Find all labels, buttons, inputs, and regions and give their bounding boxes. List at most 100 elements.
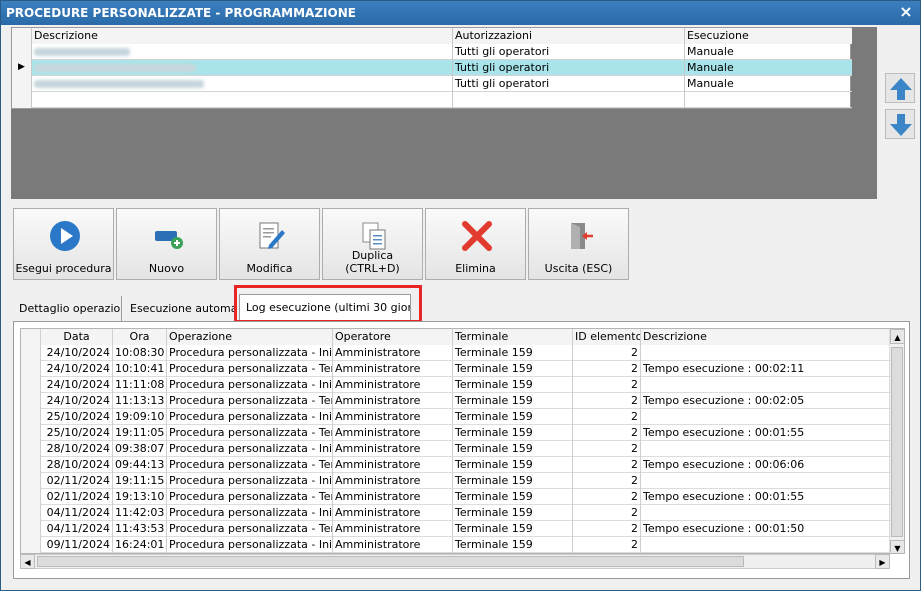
horizontal-scrollbar[interactable]: ◀ ▶ — [20, 554, 890, 569]
run-procedure-label: Esegui procedura — [15, 262, 112, 275]
log-terminal: Terminale 159 — [453, 393, 573, 409]
log-operator: Amministratore — [333, 377, 453, 393]
close-icon[interactable]: × — [898, 4, 914, 20]
log-element-id: 2 — [573, 377, 641, 393]
new-label: Nuovo — [148, 262, 185, 275]
log-operator: Amministratore — [333, 537, 453, 553]
row-indicator[interactable] — [21, 361, 41, 377]
edit-label: Modifica — [246, 262, 293, 275]
exit-button[interactable]: Uscita (ESC) — [528, 208, 629, 280]
log-row[interactable]: 02/11/2024 19:11:15 Procedura personalizza… — [21, 473, 891, 489]
row-indicator[interactable]: ▶ — [12, 60, 32, 76]
tab-operation-details[interactable]: Dettaglio operazioni — [13, 296, 122, 322]
log-row[interactable]: 28/10/2024 09:38:07 Procedura personalizza… — [21, 441, 891, 457]
log-operation: Procedura personalizzata - Iniz — [169, 409, 333, 425]
log-row[interactable]: 28/10/2024 09:44:13 Procedura personalizza… — [21, 457, 891, 473]
log-date: 28/10/2024 — [41, 457, 113, 473]
vertical-scrollbar[interactable]: ▲ ▼ — [889, 329, 904, 553]
row-indicator[interactable] — [21, 473, 41, 489]
column-header-time[interactable]: Ora — [113, 329, 167, 345]
log-row[interactable]: 25/10/2024 19:09:10 Procedura personalizza… — [21, 409, 891, 425]
log-terminal: Terminale 159 — [453, 457, 573, 473]
procedure-authorization: Tutti gli operatori — [453, 44, 685, 60]
log-description — [641, 537, 891, 553]
horizontal-scroll-thumb[interactable] — [37, 556, 744, 567]
scroll-left-icon[interactable]: ◀ — [20, 554, 35, 569]
log-description — [641, 345, 891, 361]
row-indicator[interactable] — [21, 489, 41, 505]
log-row[interactable]: 04/11/2024 11:43:53 Procedura personalizza… — [21, 521, 891, 537]
column-header-terminal[interactable]: Terminale — [453, 329, 573, 345]
title-bar: PROCEDURE PERSONALIZZATE - PROGRAMMAZION… — [1, 1, 920, 25]
log-row[interactable]: 24/10/2024 10:08:30 Procedura personalizza… — [21, 345, 891, 361]
log-row[interactable]: 24/10/2024 10:10:41 Procedura personalizza… — [21, 361, 891, 377]
log-element-id: 2 — [573, 425, 641, 441]
column-header-execution[interactable]: Esecuzione — [685, 28, 852, 44]
log-terminal: Terminale 159 — [453, 377, 573, 393]
row-indicator[interactable] — [21, 409, 41, 425]
row-indicator[interactable] — [12, 76, 32, 92]
log-description — [641, 441, 891, 457]
arrow-down-icon — [890, 114, 912, 136]
row-indicator[interactable] — [21, 377, 41, 393]
move-up-button[interactable] — [885, 73, 915, 103]
move-down-button[interactable] — [885, 109, 915, 139]
copy-icon — [362, 222, 386, 250]
scroll-up-icon[interactable]: ▲ — [890, 329, 904, 344]
column-header-element-id[interactable]: ID elemento — [573, 329, 641, 345]
column-header-authorizations[interactable]: Autorizzazioni — [453, 28, 685, 44]
row-indicator[interactable] — [21, 537, 41, 553]
row-indicator[interactable] — [21, 521, 41, 537]
log-row[interactable]: 24/10/2024 11:11:08 Procedura personalizza… — [21, 377, 891, 393]
procedure-row[interactable]: ▶ Tutti gli operatori Manuale — [12, 60, 852, 76]
tab-automatic-execution[interactable]: Esecuzione automatica — [124, 296, 237, 322]
scroll-down-icon[interactable]: ▼ — [890, 540, 904, 553]
log-description: Tempo esecuzione : 00:02:05 — [643, 394, 805, 407]
log-row[interactable]: 25/10/2024 19:11:05 Procedura personalizza… — [21, 425, 891, 441]
log-date: 24/10/2024 — [41, 361, 113, 377]
column-header-description[interactable]: Descrizione — [32, 28, 453, 44]
column-header-description[interactable]: Descrizione — [641, 329, 891, 345]
log-time: 19:09:10 — [113, 409, 167, 425]
row-indicator[interactable] — [12, 44, 32, 60]
edit-button[interactable]: Modifica — [219, 208, 320, 280]
log-time: 09:38:07 — [113, 441, 167, 457]
column-header-operator[interactable]: Operatore — [333, 329, 453, 345]
vertical-scroll-thumb[interactable] — [891, 347, 903, 537]
log-description — [641, 377, 891, 393]
delete-label: Elimina — [455, 262, 496, 275]
log-operator: Amministratore — [333, 473, 453, 489]
log-operator: Amministratore — [333, 409, 453, 425]
row-indicator[interactable] — [21, 393, 41, 409]
column-header-operation[interactable]: Operazione — [167, 329, 333, 345]
log-operation: Procedura personalizzata - Ter — [169, 489, 333, 505]
row-indicator[interactable] — [21, 425, 41, 441]
column-header-date[interactable]: Data — [41, 329, 113, 345]
redacted-text — [34, 64, 196, 72]
row-indicator[interactable] — [21, 345, 41, 361]
run-procedure-button[interactable]: Esegui procedura — [13, 208, 114, 280]
log-terminal: Terminale 159 — [453, 345, 573, 361]
row-indicator[interactable] — [21, 457, 41, 473]
log-date: 04/11/2024 — [41, 521, 113, 537]
log-time: 11:42:03 — [113, 505, 167, 521]
delete-button[interactable]: Elimina — [425, 208, 526, 280]
scroll-right-icon[interactable]: ▶ — [875, 554, 890, 569]
log-row[interactable]: 04/11/2024 11:42:03 Procedura personalizza… — [21, 505, 891, 521]
log-row[interactable]: 02/11/2024 19:13:10 Procedura personalizza… — [21, 489, 891, 505]
log-operation: Procedura personalizzata - Ter — [169, 361, 333, 377]
log-terminal: Terminale 159 — [453, 489, 573, 505]
current-row-icon: ▶ — [18, 62, 25, 72]
log-operation: Procedura personalizzata - Iniz — [169, 537, 333, 553]
new-button[interactable]: Nuovo — [116, 208, 217, 280]
procedure-row[interactable]: Tutti gli operatori Manuale — [12, 76, 852, 92]
log-row[interactable]: 24/10/2024 11:13:13 Procedura personalizza… — [21, 393, 891, 409]
log-row[interactable]: 09/11/2024 16:24:01 Procedura personalizza… — [21, 537, 891, 553]
procedure-row[interactable]: Tutti gli operatori Manuale — [12, 44, 852, 60]
duplicate-button[interactable]: Duplica (CTRL+D) — [322, 208, 423, 280]
log-element-id: 2 — [573, 505, 641, 521]
row-indicator[interactable] — [21, 441, 41, 457]
log-time: 11:13:13 — [113, 393, 167, 409]
row-indicator[interactable] — [21, 505, 41, 521]
log-element-id: 2 — [573, 361, 641, 377]
